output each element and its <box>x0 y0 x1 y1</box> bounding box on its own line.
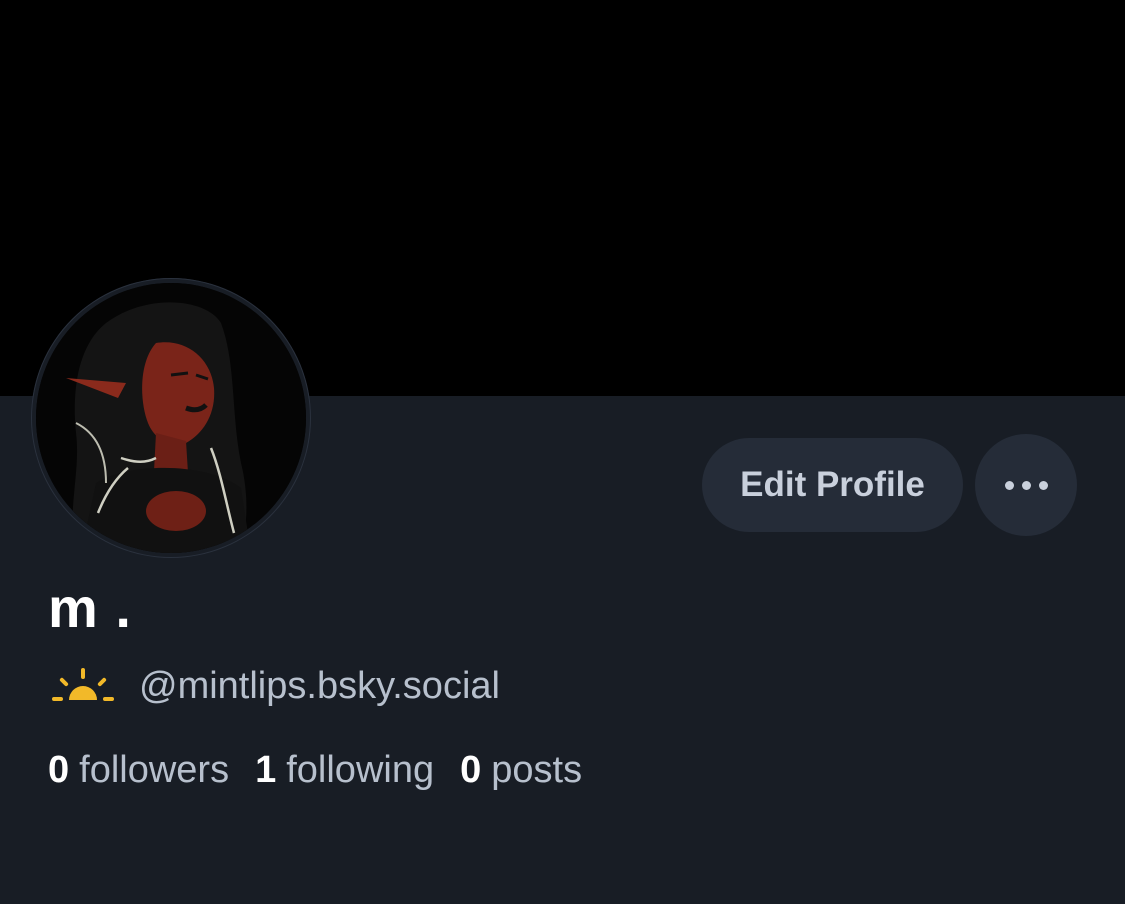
handle-row: @mintlips.bsky.social <box>52 660 500 712</box>
profile-stats: 0 followers 1 following 0 posts <box>48 744 608 796</box>
avatar-illustration <box>36 283 306 553</box>
posts-count: 0 <box>460 749 482 791</box>
following-stat[interactable]: 1 following <box>255 744 434 796</box>
edit-profile-button[interactable]: Edit Profile <box>702 438 963 532</box>
following-count: 1 <box>255 749 277 791</box>
display-name: m . <box>48 576 132 639</box>
followers-count: 0 <box>48 749 70 791</box>
profile-handle: @mintlips.bsky.social <box>139 665 500 707</box>
avatar-border <box>31 278 311 558</box>
posts-label: posts <box>491 749 583 791</box>
ellipsis-icon <box>1001 480 1052 490</box>
followers-stat[interactable]: 0 followers <box>48 744 229 796</box>
sunrise-icon <box>52 668 114 701</box>
following-label: following <box>286 749 435 791</box>
profile-page: Edit Profile m . @mintlips.bsky.social 0… <box>0 0 1125 904</box>
followers-label: followers <box>79 749 230 791</box>
more-options-button[interactable] <box>975 434 1077 536</box>
avatar[interactable] <box>36 283 306 553</box>
posts-stat: 0 posts <box>460 744 582 796</box>
